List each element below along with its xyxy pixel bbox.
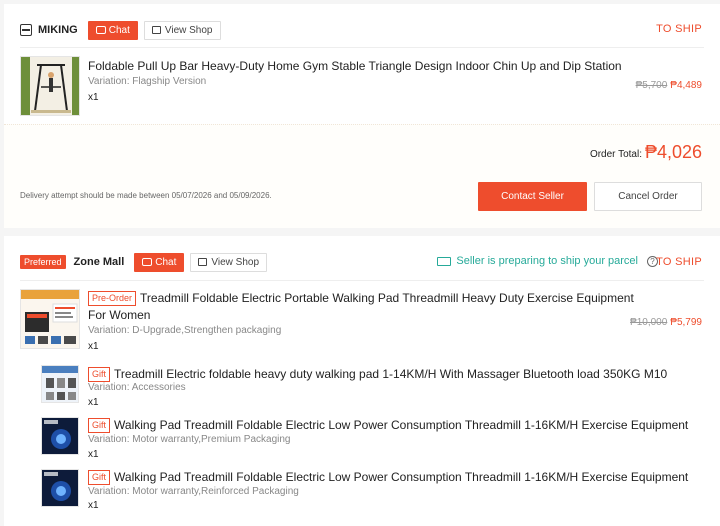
- gift-qty: x1: [88, 397, 99, 408]
- accessories-image: [42, 366, 78, 402]
- gift-variation: Variation: Motor warranty,Premium Packag…: [88, 434, 291, 445]
- motor-image: [42, 470, 78, 506]
- gift-thumbnail[interactable]: [41, 365, 79, 403]
- view-shop-button[interactable]: View Shop: [190, 252, 268, 272]
- cancel-order-button[interactable]: Cancel Order: [594, 182, 702, 211]
- gift-qty: x1: [88, 449, 99, 460]
- order-card-zone-mall: Preferred Zone Mall Chat View Shop Selle…: [4, 236, 720, 526]
- order-status: TO SHIP: [656, 256, 702, 268]
- gift-title-text: Treadmill Electric foldable heavy duty w…: [114, 367, 668, 381]
- order-total-value: ₱4,026: [644, 142, 702, 162]
- pre-order-tag: Pre-Order: [88, 291, 137, 306]
- gift-title-text: Walking Pad Treadmill Foldable Electric …: [114, 418, 689, 432]
- order-status: TO SHIP: [656, 23, 702, 35]
- gift-title-text: Walking Pad Treadmill Foldable Electric …: [114, 470, 689, 484]
- gift-tag: Gift: [88, 367, 111, 382]
- original-price: ₱5,700: [635, 80, 668, 91]
- gift-title[interactable]: Gift Walking Pad Treadmill Foldable Elect…: [88, 469, 688, 486]
- product-variation: Variation: D-Upgrade,Strengthen packagin…: [88, 325, 282, 336]
- view-shop-label: View Shop: [164, 24, 213, 36]
- gift-title[interactable]: Gift Treadmill Electric foldable heavy du…: [88, 366, 667, 383]
- motor-image: [42, 418, 78, 454]
- product-thumbnail[interactable]: [20, 56, 80, 116]
- product-price: ₱10,000 ₱5,799: [630, 317, 702, 328]
- product-price: ₱5,700 ₱4,489: [636, 80, 702, 91]
- gift-thumbnail[interactable]: [41, 417, 79, 455]
- store-icon: [198, 258, 208, 266]
- gift-variation: Variation: Motor warranty,Reinforced Pac…: [88, 486, 299, 497]
- store-icon: [151, 26, 161, 34]
- original-price: ₱10,000: [630, 317, 668, 328]
- order-card-miking: MIKING Chat View Shop TO SHIP Foldable P…: [4, 4, 720, 228]
- product-thumbnail[interactable]: [20, 289, 80, 349]
- shop-header: Preferred Zone Mall Chat View Shop: [20, 252, 268, 272]
- shipping-status[interactable]: Seller is preparing to ship your parcel …: [437, 255, 658, 267]
- gift-thumbnail[interactable]: [41, 469, 79, 507]
- product-variation: Variation: Flagship Version: [88, 76, 207, 87]
- contact-seller-button[interactable]: Contact Seller: [478, 182, 587, 211]
- chat-label: Chat: [108, 24, 130, 36]
- sale-price: ₱5,799: [670, 317, 702, 328]
- view-shop-button[interactable]: View Shop: [143, 20, 221, 40]
- divider: [20, 47, 704, 48]
- product-title-line2: For Women: [88, 308, 151, 322]
- store-icon: [20, 24, 32, 36]
- truck-icon: [437, 256, 452, 266]
- gift-qty: x1: [88, 500, 99, 511]
- chat-icon: [95, 26, 106, 34]
- chat-button[interactable]: Chat: [87, 20, 138, 40]
- product-title[interactable]: Pre-Order Treadmill Foldable Electric Por…: [88, 290, 634, 324]
- gift-tag: Gift: [88, 418, 111, 433]
- order-total-label: Order Total:: [589, 149, 642, 160]
- pull-up-bar-image: [21, 57, 79, 115]
- product-title[interactable]: Foldable Pull Up Bar Heavy-Duty Home Gym…: [88, 58, 622, 75]
- gift-tag: Gift: [88, 470, 111, 485]
- divider: [20, 280, 704, 281]
- shipping-status-text: Seller is preparing to ship your parcel: [456, 255, 638, 267]
- preferred-badge: Preferred: [20, 255, 66, 269]
- delivery-note: Delivery attempt should be made between …: [20, 191, 272, 200]
- chat-button[interactable]: Chat: [134, 252, 185, 272]
- product-qty: x1: [88, 341, 99, 352]
- product-title-line1: Treadmill Foldable Electric Portable Wal…: [140, 291, 634, 305]
- order-footer: Order Total: ₱4,026 Delivery attempt sho…: [4, 124, 720, 228]
- shop-name[interactable]: Zone Mall: [74, 256, 125, 268]
- gift-title[interactable]: Gift Walking Pad Treadmill Foldable Elect…: [88, 417, 688, 434]
- treadmill-image: [21, 290, 79, 348]
- sale-price: ₱4,489: [670, 80, 702, 91]
- shop-header: MIKING Chat View Shop: [20, 20, 221, 40]
- product-qty: x1: [88, 92, 99, 103]
- chat-label: Chat: [155, 256, 177, 268]
- gift-variation: Variation: Accessories: [88, 382, 186, 393]
- view-shop-label: View Shop: [211, 256, 260, 268]
- chat-icon: [142, 258, 153, 266]
- shop-name[interactable]: MIKING: [38, 24, 78, 36]
